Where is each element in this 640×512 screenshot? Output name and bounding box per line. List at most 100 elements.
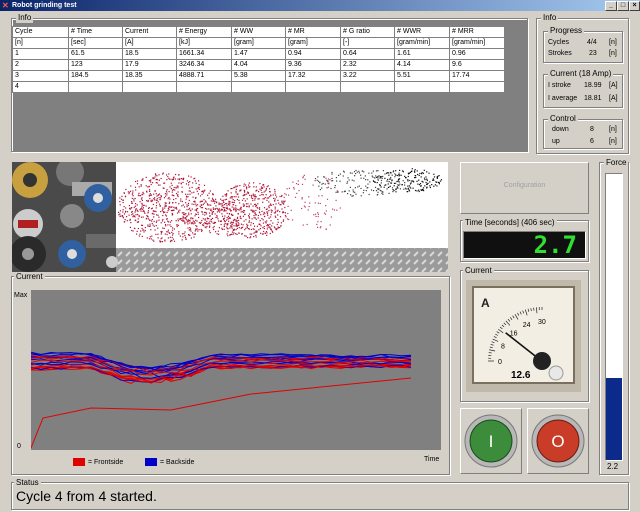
table-cell: 2.32: [340, 59, 395, 71]
table-cell: 4.04: [231, 59, 286, 71]
configuration-button[interactable]: Configuration: [460, 162, 589, 214]
table-cell: [285, 81, 341, 93]
table-row: 3 184.5 18.35 4888.71 5.38 17.32 3.22 5.51 17.74: [12, 70, 505, 82]
table-cell: # MR: [285, 26, 341, 38]
table-cell: [231, 81, 286, 93]
control-legend: Control: [548, 114, 578, 124]
table-cell: [kJ]: [176, 37, 232, 49]
table-cell: 4888.71: [176, 70, 232, 82]
ammeter-unit-label: A: [481, 296, 490, 310]
table-cell: [122, 81, 177, 93]
table-cell: 3246.34: [176, 59, 232, 71]
table-cell: [A]: [122, 37, 177, 49]
backside-legend-label: = Backside: [160, 459, 195, 466]
start-button[interactable]: I: [460, 408, 522, 474]
table-cell: [gram/min]: [449, 37, 505, 49]
app-icon: ✕: [2, 1, 9, 10]
grinding-banner-image: [12, 162, 448, 272]
strokes-label: Strokes: [548, 50, 572, 57]
iaverage-label: I average: [548, 95, 578, 102]
side-info-legend: Info: [541, 13, 559, 23]
istroke-unit: [A]: [609, 82, 618, 89]
down-label: down: [552, 126, 569, 133]
progress-group: Progress Cycles 4/4 [n] Strokes 23 [n]: [543, 26, 623, 63]
start-glyph: I: [489, 432, 494, 451]
table-cell: [gram]: [285, 37, 341, 49]
table-cell: Cycle: [12, 26, 69, 38]
maximize-button[interactable]: □: [617, 1, 629, 11]
table-cell: [68, 81, 123, 93]
table-cell: 5.38: [231, 70, 286, 82]
table-cell: 61.5: [68, 48, 123, 60]
down-unit: [n]: [609, 126, 617, 133]
table-cell: # WW: [231, 26, 286, 38]
table-cell: [449, 81, 505, 93]
control-group: Control down 8 [n] up 6 [n]: [543, 114, 623, 149]
table-cell: # WWR: [394, 26, 450, 38]
table-cell: 184.5: [68, 70, 123, 82]
iaverage-value: 18.81: [584, 95, 602, 102]
table-cell: [-]: [340, 37, 395, 49]
table-cell: 3.22: [340, 70, 395, 82]
istroke-value: 18.99: [584, 82, 602, 89]
current-info-group: Current (18 Amp) I stroke 18.99 [A] I av…: [543, 69, 623, 108]
cycles-value: 4/4: [587, 39, 597, 46]
stop-icon: O: [531, 414, 585, 468]
table-header-row: Cycle # Time Current # Energy # WW # MR # G ra…: [12, 26, 505, 38]
ammeter-tick-label: 30: [538, 319, 546, 326]
time-group: Time [seconds] (406 sec) 2.7: [460, 218, 589, 262]
info-legend: Info: [16, 13, 34, 23]
force-legend: Force: [604, 158, 629, 168]
table-cell: 9.6: [449, 59, 505, 71]
table-cell: 3: [12, 70, 69, 82]
table-cell: 18.5: [122, 48, 177, 60]
current-chart-group: Current Max 0 Time = Frontside = Backsid…: [11, 272, 450, 475]
strokes-unit: [n]: [609, 50, 617, 57]
table-cell: Current: [122, 26, 177, 38]
current-meter-legend: Current: [463, 266, 494, 276]
cycles-label: Cycles: [548, 39, 570, 46]
table-cell: 4.14: [394, 59, 450, 71]
progress-legend: Progress: [548, 26, 585, 36]
current-chart-legend: Current: [14, 272, 45, 282]
configuration-button-label: Configuration: [503, 182, 546, 189]
stop-glyph: O: [551, 432, 564, 451]
table-cell: # Energy: [176, 26, 232, 38]
table-cell: 9.36: [285, 59, 341, 71]
ammeter-tick-label: 8: [501, 344, 505, 351]
minimize-button[interactable]: _: [605, 1, 617, 11]
up-value: 6: [590, 138, 594, 145]
force-bar-track: [605, 173, 623, 461]
info-table: Cycle # Time Current # Energy # WW # MR # G ra…: [12, 26, 505, 93]
chart-xlabel: Time: [424, 456, 440, 463]
table-cell: [340, 81, 395, 93]
ammeter-tick-label: 24: [523, 322, 531, 329]
side-info-group: Info Progress Cycles 4/4 [n] Strokes 23 …: [536, 13, 629, 154]
table-cell: [394, 81, 450, 93]
time-value: 2.7: [533, 231, 577, 259]
up-unit: [n]: [609, 138, 617, 145]
frontside-legend-label: = Frontside: [88, 459, 124, 466]
table-row: 2 123 17.9 3246.34 4.04 9.36 2.32 4.14 9.6: [12, 59, 505, 71]
table-cell: # Time: [68, 26, 123, 38]
status-legend: Status: [14, 478, 41, 488]
close-button[interactable]: ×: [629, 1, 640, 11]
iaverage-unit: [A]: [609, 95, 618, 102]
start-icon: I: [464, 414, 518, 468]
time-display: 2.7: [463, 231, 586, 259]
table-unit-row: [n] [sec] [A] [kJ] [gram] [gram] [-] [gram/min]…: [12, 37, 505, 49]
table-cell: 0.96: [449, 48, 505, 60]
stop-button[interactable]: O: [527, 408, 589, 474]
table-cell: 0.64: [340, 48, 395, 60]
strokes-value: 23: [589, 50, 597, 57]
table-cell: 18.35: [122, 70, 177, 82]
table-cell: [gram/min]: [394, 37, 450, 49]
ammeter-tick-label: 0: [498, 359, 502, 366]
chart-ymax-label: Max: [14, 292, 28, 299]
tool-collage: [12, 162, 118, 272]
table-cell: 17.9: [122, 59, 177, 71]
table-cell: 1661.34: [176, 48, 232, 60]
ammeter-gauge: A 081624 30 12.6: [466, 280, 581, 392]
backside-swatch: [145, 458, 157, 466]
down-value: 8: [590, 126, 594, 133]
